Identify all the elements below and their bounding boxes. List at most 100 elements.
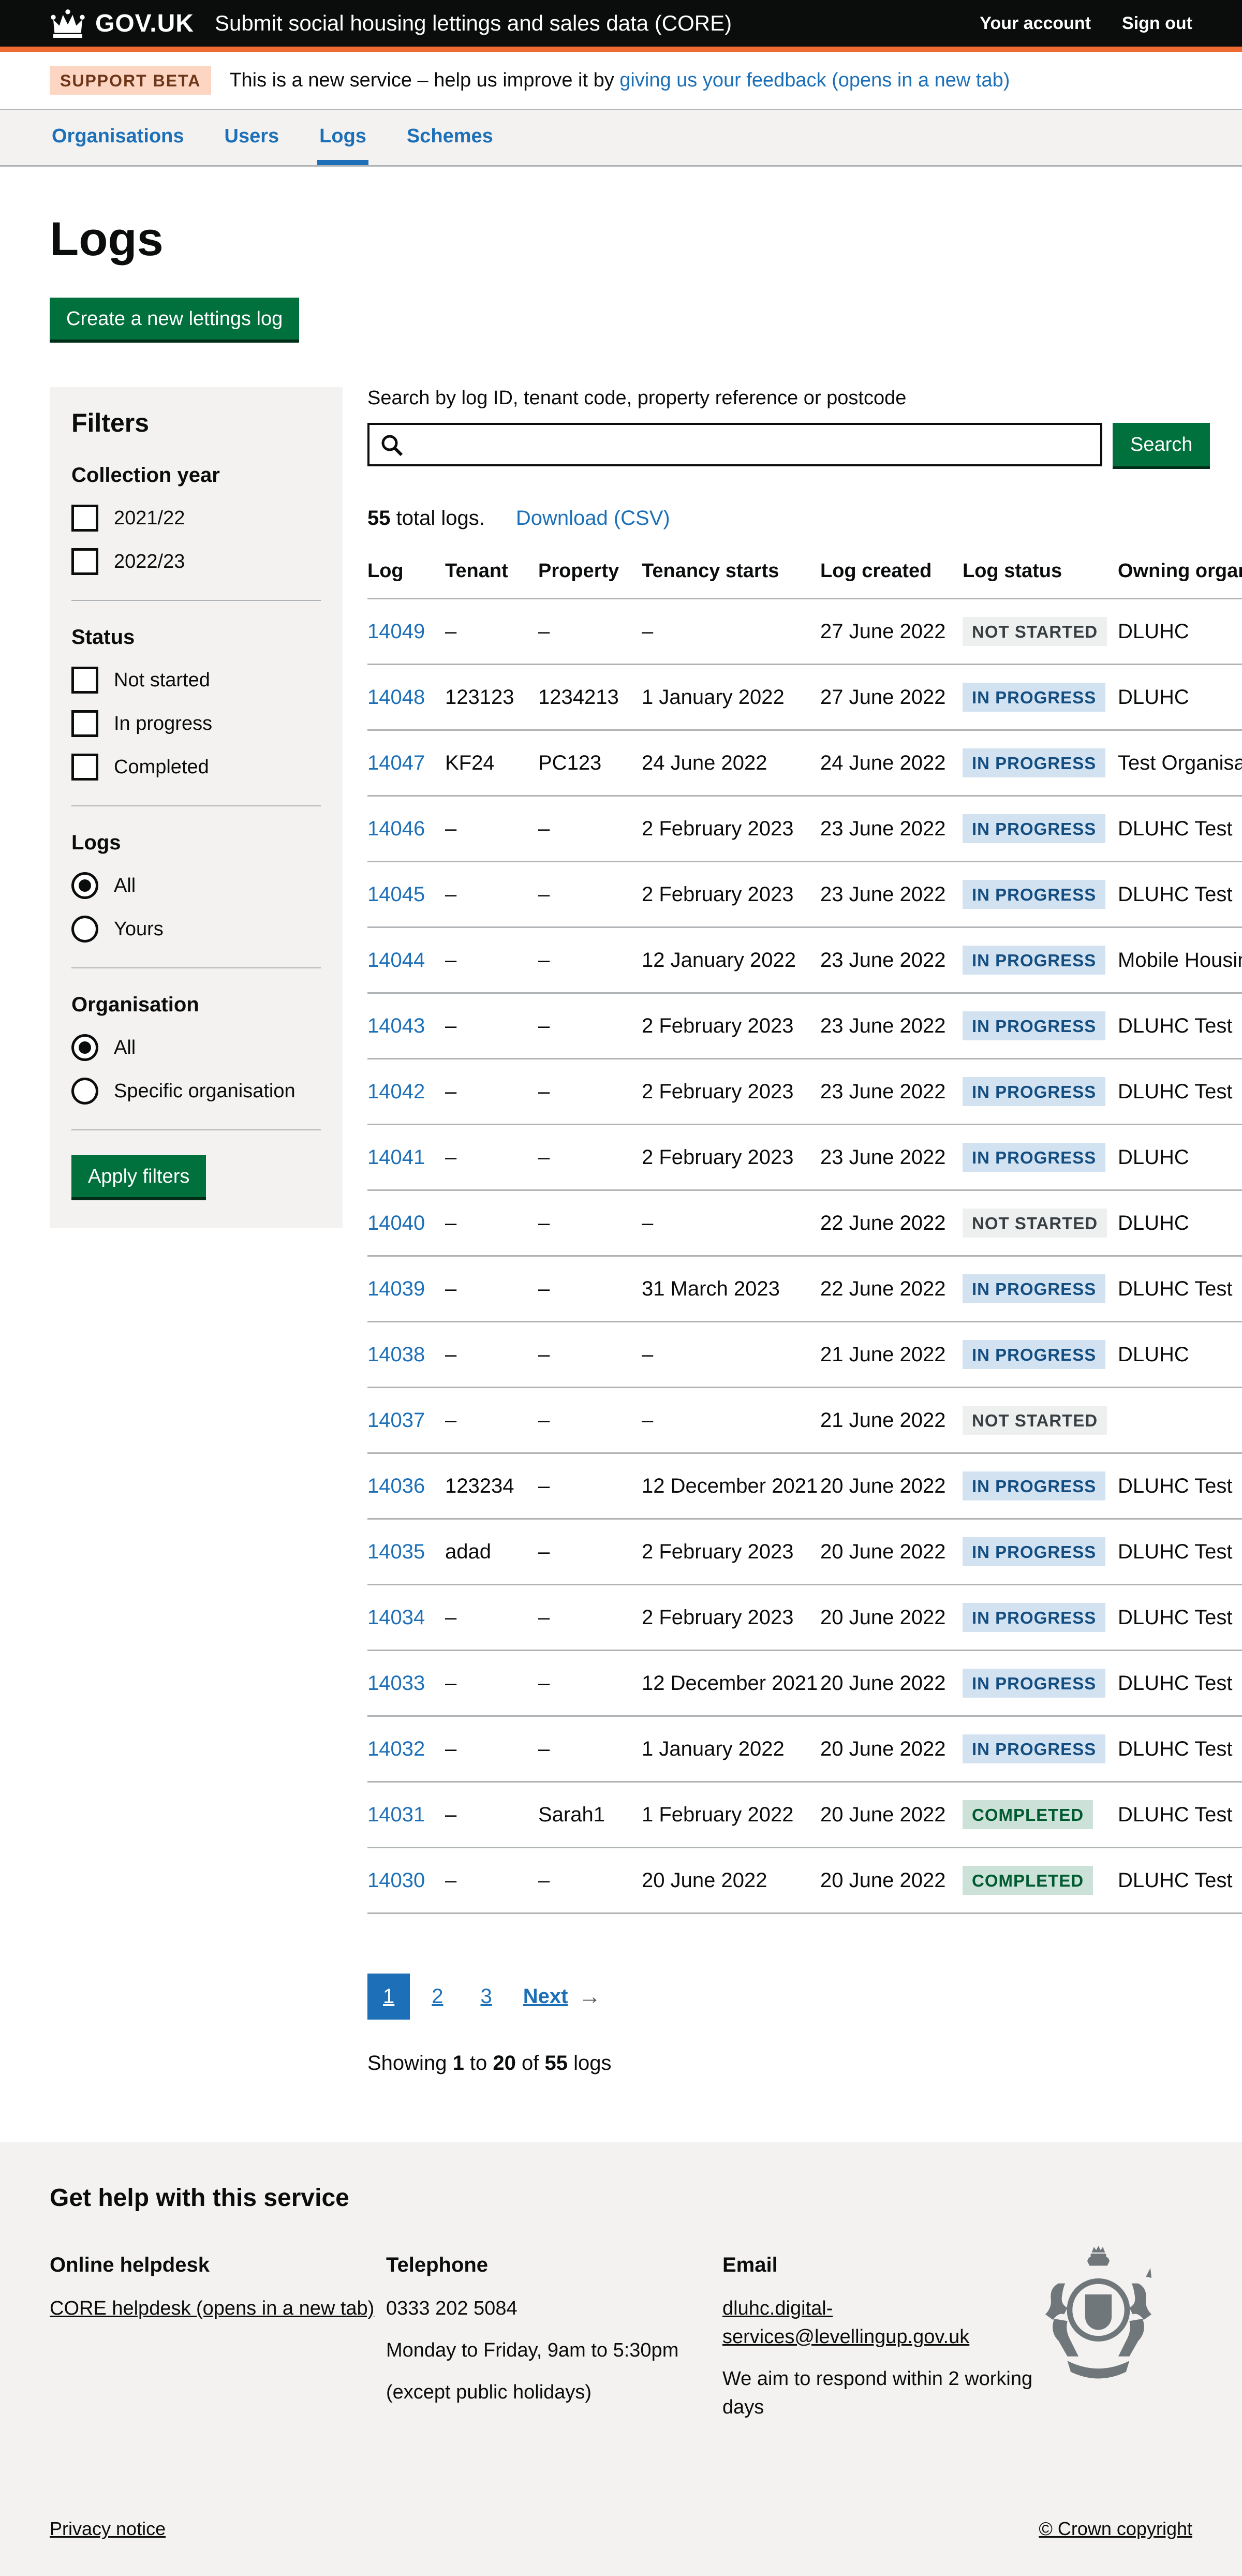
table-row-log-14047: 14047KF24PC12324 June 202224 June 2022IN… — [367, 730, 1242, 796]
log-link-14042[interactable]: 14042 — [367, 1080, 425, 1103]
collection-year-option-2022-23[interactable]: 2022/23 — [71, 548, 321, 575]
crown-copyright-link[interactable]: © Crown copyright — [1039, 2518, 1192, 2540]
log-link-14037[interactable]: 14037 — [367, 1409, 425, 1432]
log-link-14049[interactable]: 14049 — [367, 620, 425, 643]
organisation-option-all[interactable]: All — [71, 1034, 321, 1061]
cell-property: – — [538, 862, 642, 928]
logs-option-all[interactable]: All — [71, 872, 321, 899]
log-link-14036[interactable]: 14036 — [367, 1475, 425, 1497]
column-header-log: Log — [367, 560, 445, 599]
organisation-option-specific-organisation[interactable]: Specific organisation — [71, 1078, 321, 1105]
cell-owning-organisation: DLUHC — [1118, 1125, 1242, 1190]
your-account-link[interactable]: Your account — [980, 13, 1091, 34]
table-row-log-14043: 14043––2 February 202323 June 2022IN PRO… — [367, 993, 1242, 1059]
feedback-link[interactable]: giving us your feedback (opens in a new … — [619, 69, 1010, 91]
cell-log-status: IN PROGRESS — [963, 1256, 1118, 1322]
cell-log-created: 20 June 2022 — [820, 1651, 963, 1716]
log-link-14046[interactable]: 14046 — [367, 817, 425, 840]
radio-specific-organisation[interactable] — [71, 1078, 98, 1105]
cell-log-created: 23 June 2022 — [820, 862, 963, 928]
checkbox-completed[interactable] — [71, 754, 98, 781]
status-badge-in-progress: IN PROGRESS — [963, 814, 1105, 843]
pagination-next-link[interactable]: Next — [523, 1985, 568, 2008]
footer-link-email[interactable]: dluhc.digital-services@levellingup.gov.u… — [722, 2298, 969, 2348]
nav-item-users[interactable]: Users — [223, 110, 282, 165]
cell-log-created: 27 June 2022 — [820, 599, 963, 665]
collection-year-option-2021-22[interactable]: 2021/22 — [71, 505, 321, 532]
status-option-in-progress[interactable]: In progress — [71, 710, 321, 737]
sign-out-link[interactable]: Sign out — [1122, 13, 1192, 34]
status-badge-in-progress: IN PROGRESS — [963, 1077, 1105, 1106]
filter-group-status: StatusNot startedIn progressCompleted — [71, 626, 321, 781]
status-badge-not-started: NOT STARTED — [963, 617, 1107, 646]
status-option-not-started[interactable]: Not started — [71, 667, 321, 694]
logs-table: LogTenantPropertyTenancy startsLog creat… — [367, 560, 1242, 1914]
govuk-logo-text[interactable]: GOV.UK — [95, 9, 194, 38]
checkbox-not-started[interactable] — [71, 667, 98, 694]
cell-log-status: IN PROGRESS — [963, 1453, 1118, 1519]
checkbox-2022-23[interactable] — [71, 548, 98, 575]
filter-group-logs: LogsAllYours — [71, 831, 321, 943]
search-button[interactable]: Search — [1113, 423, 1210, 466]
nav-item-schemes[interactable]: Schemes — [405, 110, 495, 165]
service-name[interactable]: Submit social housing lettings and sales… — [215, 11, 732, 36]
cell-log-created: 21 June 2022 — [820, 1322, 963, 1388]
status-option-completed[interactable]: Completed — [71, 754, 321, 781]
filter-group-collection-year: Collection year2021/222022/23 — [71, 464, 321, 575]
log-link-14048[interactable]: 14048 — [367, 686, 425, 709]
cell-log-status: IN PROGRESS — [963, 796, 1118, 862]
log-link-14045[interactable]: 14045 — [367, 883, 425, 906]
showing-mid: to — [464, 2052, 493, 2074]
cell-log: 14034 — [367, 1585, 445, 1651]
right-arrow-icon: → — [578, 1984, 601, 2010]
cell-owning-organisation: DLUHC — [1118, 599, 1242, 665]
cell-log-status: IN PROGRESS — [963, 1059, 1118, 1125]
crown-icon — [50, 9, 86, 38]
showing-from: 1 — [453, 2052, 464, 2074]
radio-all-selected[interactable] — [71, 872, 98, 899]
nav-item-organisations[interactable]: Organisations — [50, 110, 186, 165]
radio-yours[interactable] — [71, 916, 98, 943]
cell-log-created: 23 June 2022 — [820, 1125, 963, 1190]
phase-banner: SUPPORT BETA This is a new service – hel… — [0, 52, 1242, 110]
logs-option-yours[interactable]: Yours — [71, 916, 321, 943]
checkbox-2021-22[interactable] — [71, 505, 98, 532]
radio-all-selected[interactable] — [71, 1034, 98, 1061]
log-link-14033[interactable]: 14033 — [367, 1672, 425, 1695]
log-link-14035[interactable]: 14035 — [367, 1540, 425, 1563]
cell-log-status: IN PROGRESS — [963, 1322, 1118, 1388]
log-link-14047[interactable]: 14047 — [367, 752, 425, 774]
cell-log: 14040 — [367, 1190, 445, 1256]
privacy-notice-link[interactable]: Privacy notice — [50, 2518, 166, 2540]
log-link-14031[interactable]: 14031 — [367, 1803, 425, 1826]
table-row-log-14038: 14038–––21 June 2022IN PROGRESSDLUHC — [367, 1322, 1242, 1388]
pagination-page-2[interactable]: 2 — [416, 1974, 459, 2020]
log-link-14034[interactable]: 14034 — [367, 1606, 425, 1629]
cell-log-created: 20 June 2022 — [820, 1782, 963, 1848]
cell-property: – — [538, 1651, 642, 1716]
nav-item-logs[interactable]: Logs — [317, 110, 368, 165]
pagination-page-3[interactable]: 3 — [465, 1974, 508, 2020]
create-lettings-log-button[interactable]: Create a new lettings log — [50, 298, 299, 340]
checkbox-in-progress[interactable] — [71, 710, 98, 737]
footer-link-online-helpdesk[interactable]: CORE helpdesk (opens in a new tab) — [50, 2298, 374, 2319]
cell-log: 14036 — [367, 1453, 445, 1519]
cell-log-created: 20 June 2022 — [820, 1848, 963, 1913]
log-link-14038[interactable]: 14038 — [367, 1343, 425, 1366]
log-link-14032[interactable]: 14032 — [367, 1738, 425, 1760]
cell-tenancy-starts: 12 December 2021 — [642, 1651, 820, 1716]
cell-log-created: 20 June 2022 — [820, 1453, 963, 1519]
cell-log-created: 23 June 2022 — [820, 1059, 963, 1125]
log-link-14040[interactable]: 14040 — [367, 1212, 425, 1234]
log-link-14041[interactable]: 14041 — [367, 1146, 425, 1169]
cell-tenancy-starts: 2 February 2023 — [642, 1585, 820, 1651]
log-link-14043[interactable]: 14043 — [367, 1014, 425, 1037]
apply-filters-button[interactable]: Apply filters — [71, 1155, 206, 1197]
log-link-14039[interactable]: 14039 — [367, 1277, 425, 1300]
log-link-14030[interactable]: 14030 — [367, 1869, 425, 1892]
search-input[interactable] — [367, 423, 1102, 466]
pagination-page-1-current[interactable]: 1 — [367, 1974, 410, 2020]
showing-suffix: logs — [568, 2052, 612, 2074]
log-link-14044[interactable]: 14044 — [367, 949, 425, 971]
download-csv-link[interactable]: Download (CSV) — [516, 507, 670, 530]
